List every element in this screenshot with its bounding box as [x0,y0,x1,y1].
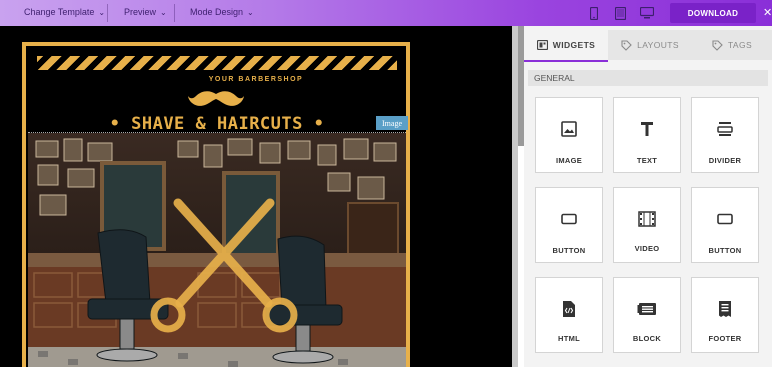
mode-design-label: Mode Design [190,7,244,17]
download-button[interactable]: DOWNLOAD [670,3,756,23]
section-general-header: GENERAL [528,70,768,86]
tab-layouts[interactable]: LAYOUTS [608,30,692,60]
widgets-icon [536,40,548,50]
widget-video[interactable]: VIDEO [613,187,681,263]
chevron-down-icon: ⌄ [160,7,167,17]
video-icon [614,210,680,228]
widget-html[interactable]: HTML [535,277,603,353]
tablet-icon[interactable] [612,5,628,21]
image-icon [536,120,602,138]
toolbar-divider [174,4,175,22]
tab-tags[interactable]: TAGS [692,30,772,60]
top-toolbar: Change Template ⌄ Preview ⌄ Mode Design … [0,0,772,26]
widget-button-2[interactable]: BUTTON [691,187,759,263]
widget-label: BUTTON [708,246,742,255]
widget-label: HTML [557,334,581,343]
widget-label: DIVIDER [708,156,742,165]
tags-icon [712,39,723,51]
tab-widgets-label: WIDGETS [552,40,596,50]
widget-label: TEXT [636,156,658,165]
mustache-icon [188,91,244,106]
tab-tags-label: TAGS [727,40,753,50]
layouts-tag-icon [621,39,632,51]
preview-label: Preview [124,7,157,17]
change-template-menu[interactable]: Change Template ⌄ [24,7,105,17]
preview-menu[interactable]: Preview ⌄ [124,7,167,17]
widget-button[interactable]: BUTTON [535,187,603,263]
chevron-down-icon: ⌄ [247,7,254,17]
mobile-icon[interactable] [586,5,602,21]
widget-image[interactable]: IMAGE [535,97,603,173]
tab-layouts-label: LAYOUTS [637,40,679,50]
widget-block[interactable]: BLOCK [613,277,681,353]
widget-label: VIDEO [634,244,660,253]
panel-tabs: WIDGETS LAYOUTS TAGS [524,30,772,62]
widget-label: IMAGE [555,156,583,165]
divider-icon [692,120,758,138]
mode-design-menu[interactable]: Mode Design ⌄ [190,7,254,17]
widget-divider[interactable]: DIVIDER [691,97,759,173]
toolbar-divider [107,4,108,22]
widgets-panel: WIDGETS LAYOUTS TAGS GENERAL IMAGE TEXT … [524,26,772,367]
headline-text[interactable]: • SHAVE & HAIRCUTS • [0,114,434,134]
widget-text[interactable]: TEXT [613,97,681,173]
design-canvas[interactable]: YOUR BARBERSHOP • SHAVE & HAIRCUTS • Ima… [0,26,512,367]
block-icon [614,300,680,318]
desktop-icon[interactable] [639,5,655,21]
chevron-down-icon: ⌄ [98,7,106,17]
shop-name[interactable]: YOUR BARBERSHOP [0,76,512,83]
tab-widgets[interactable]: WIDGETS [524,30,608,62]
widget-label: BLOCK [632,334,662,343]
widget-label: BUTTON [552,246,586,255]
image-selection-tag: Image [376,116,408,130]
change-template-label: Change Template [24,7,95,17]
close-icon[interactable]: ✕ [763,6,772,19]
widget-label: FOOTER [708,334,742,343]
widget-footer[interactable]: FOOTER [691,277,759,353]
download-label: DOWNLOAD [687,8,739,18]
button-icon [536,210,602,228]
barbershop-image[interactable] [28,132,406,367]
button-icon [692,210,758,228]
html-icon [536,300,602,318]
footer-icon [692,300,758,318]
striped-banner [37,56,397,70]
text-icon [614,120,680,138]
